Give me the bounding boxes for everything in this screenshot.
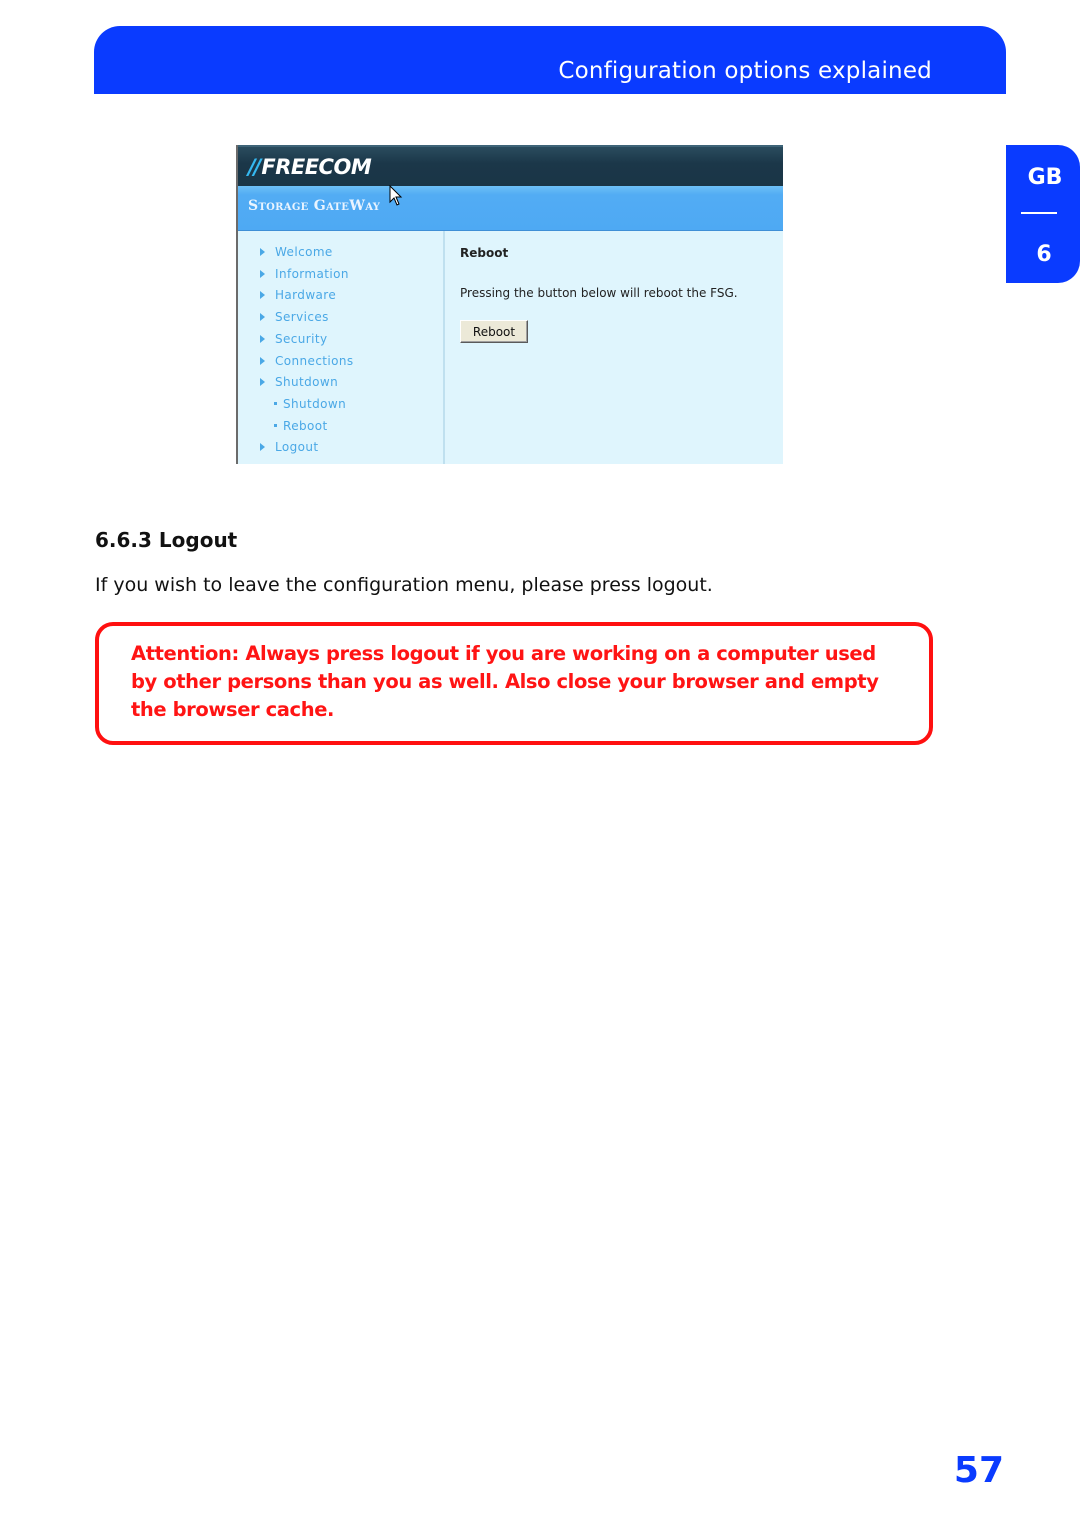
- triangle-right-icon: [260, 291, 265, 300]
- section-heading: 6.6.3 Logout: [95, 528, 238, 552]
- content-title: Reboot: [460, 246, 509, 260]
- header-bar: Configuration options explained: [94, 26, 1006, 94]
- sidebar-item-shutdown[interactable]: Shutdown: [260, 375, 338, 389]
- sidebar-item-shutdown-sub[interactable]: Shutdown: [274, 397, 346, 411]
- attention-box: Attention: Always press logout if you ar…: [95, 622, 933, 745]
- sidebar-item-label: Services: [275, 310, 329, 325]
- triangle-right-icon: [260, 443, 265, 452]
- reboot-button[interactable]: Reboot: [460, 320, 528, 343]
- page-number: 57: [953, 1450, 1004, 1491]
- sidebar-item-information[interactable]: Information: [260, 267, 349, 281]
- sidebar-item-label: Information: [275, 266, 349, 281]
- sidebar-nav: Welcome Information Hardware Services Securi…: [238, 231, 445, 464]
- section-body: If you wish to leave the configuration m…: [95, 574, 713, 596]
- embedded-screenshot: //FREECOM Storage GateWay Welcome Informa…: [236, 145, 783, 464]
- chapter-number: 6: [1036, 242, 1052, 267]
- sidebar-item-welcome[interactable]: Welcome: [260, 245, 333, 259]
- logo-text: FREECOM: [261, 155, 372, 179]
- app-topbar: //FREECOM: [238, 145, 783, 188]
- tab-divider: [1021, 212, 1057, 214]
- sidebar-item-label: Security: [275, 331, 328, 346]
- sidebar-item-reboot-sub[interactable]: Reboot: [274, 419, 328, 433]
- app-subbar: Storage GateWay: [238, 186, 783, 231]
- sidebar-item-connections[interactable]: Connections: [260, 354, 354, 368]
- triangle-right-icon: [260, 378, 265, 387]
- sidebar-item-label: Reboot: [283, 418, 328, 433]
- triangle-right-icon: [260, 334, 265, 343]
- triangle-right-icon: [260, 248, 265, 256]
- sidebar-item-label: Shutdown: [275, 375, 339, 390]
- sidebar-item-services[interactable]: Services: [260, 310, 329, 324]
- sidebar-item-security[interactable]: Security: [260, 332, 327, 346]
- freecom-logo: //FREECOM: [248, 155, 372, 179]
- triangle-right-icon: [260, 313, 265, 322]
- bullet-icon: [274, 423, 277, 427]
- logo-bars-icon: //: [248, 155, 261, 179]
- chapter-tab: GB 6: [1006, 145, 1080, 283]
- bullet-icon: [274, 401, 277, 405]
- sidebar-item-label: Hardware: [275, 288, 337, 303]
- language-label: GB: [1027, 165, 1063, 190]
- sidebar-item-hardware[interactable]: Hardware: [260, 288, 336, 302]
- header-title: Configuration options explained: [558, 58, 932, 84]
- sidebar-item-logout[interactable]: Logout: [260, 440, 319, 454]
- sidebar-item-label: Logout: [275, 440, 319, 455]
- attention-text: Attention: Always press logout if you ar…: [131, 642, 879, 721]
- product-title: Storage GateWay: [248, 198, 381, 214]
- content-description: Pressing the button below will reboot th…: [460, 286, 738, 300]
- triangle-right-icon: [260, 356, 265, 365]
- sidebar-item-label: Connections: [275, 353, 354, 368]
- triangle-right-icon: [260, 269, 265, 278]
- mouse-cursor-icon: [389, 185, 403, 206]
- sidebar-item-label: Welcome: [275, 245, 333, 259]
- sidebar-item-label: Shutdown: [283, 396, 347, 411]
